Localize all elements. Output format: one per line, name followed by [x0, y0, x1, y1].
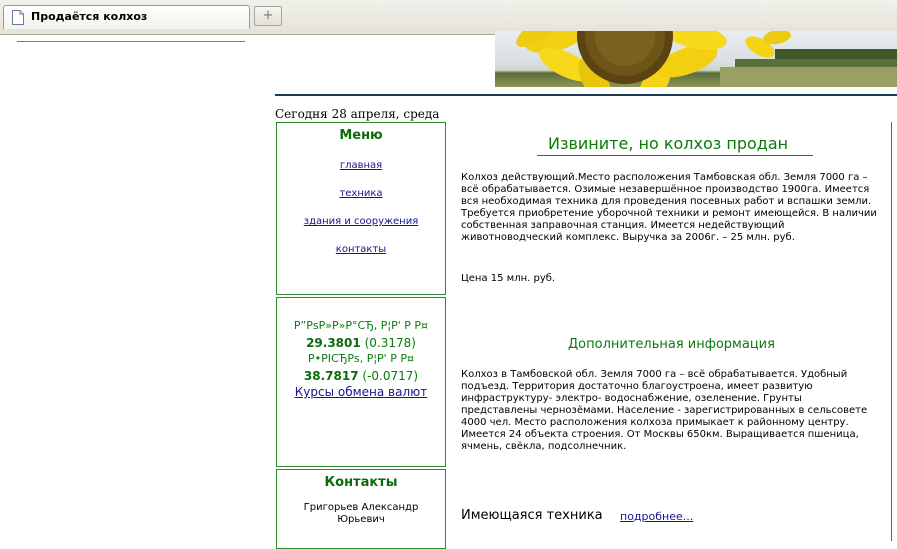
eur-rate-label: Р•РІСЂРѕ, Р¦Р' Р Р¤: [308, 352, 414, 365]
eur-rate-change: (-0.0717): [362, 369, 419, 383]
equipment-label: Имеющаяся техника: [461, 508, 603, 523]
usd-rate-line: 29.3801 (0.3178): [277, 336, 445, 350]
left-decorative-line: [17, 41, 245, 42]
more-details-link[interactable]: подробнее...: [620, 510, 693, 523]
menu-item-home[interactable]: главная: [277, 160, 445, 171]
menu-title: Меню: [339, 128, 383, 143]
contact-name: Григорьев Александр Юрьевич: [303, 502, 419, 525]
new-tab-button[interactable]: +: [254, 6, 282, 26]
usd-rate-change: (0.3178): [364, 336, 416, 350]
exchange-rates-link[interactable]: Курсы обмена валют: [277, 385, 445, 399]
description-text: Колхоз действующий.Место расположения Та…: [461, 172, 877, 243]
exchange-rates-box: Р”РѕР»Р»Р°СЂ, Р¦Р' Р Р¤ 29.3801 (0.3178)…: [276, 297, 446, 467]
usd-rate-label: Р”РѕР»Р»Р°СЂ, Р¦Р' Р Р¤: [293, 319, 429, 332]
sunflower-icon: [516, 31, 897, 87]
browser-tab-active[interactable]: Продаётся колхоз: [3, 5, 250, 29]
browser-tab-strip: Продаётся колхоз +: [0, 0, 897, 35]
right-column-border: [891, 122, 897, 541]
menu-item-buildings[interactable]: здания и сооружения: [277, 216, 445, 227]
price-text: Цена 15 млн. руб.: [461, 273, 556, 284]
eur-rate-line: 38.7817 (-0.0717): [277, 369, 445, 383]
contacts-title: Контакты: [324, 475, 398, 490]
headline-underline: [537, 155, 813, 156]
page-icon: [12, 10, 24, 25]
eur-rate-value: 38.7817: [303, 369, 359, 383]
header-rule: [275, 94, 897, 96]
usd-rate-value: 29.3801: [306, 336, 361, 350]
current-date: Сегодня 28 апреля, среда: [275, 107, 440, 121]
tab-title: Продаётся колхоз: [31, 10, 148, 23]
contacts-box: Контакты Григорьев Александр Юрьевич: [276, 469, 446, 549]
header-banner: [495, 31, 897, 87]
additional-info-heading: Дополнительная информация: [568, 337, 775, 352]
menu-item-contacts[interactable]: контакты: [277, 244, 445, 255]
menu-item-equipment[interactable]: техника: [277, 188, 445, 199]
page-headline: Извините, но колхоз продан: [548, 134, 789, 153]
menu-box: Меню главная техника здания и сооружения…: [276, 122, 446, 295]
additional-info-text: Колхоз в Тамбовской обл. Земля 7000 га –…: [461, 369, 868, 452]
